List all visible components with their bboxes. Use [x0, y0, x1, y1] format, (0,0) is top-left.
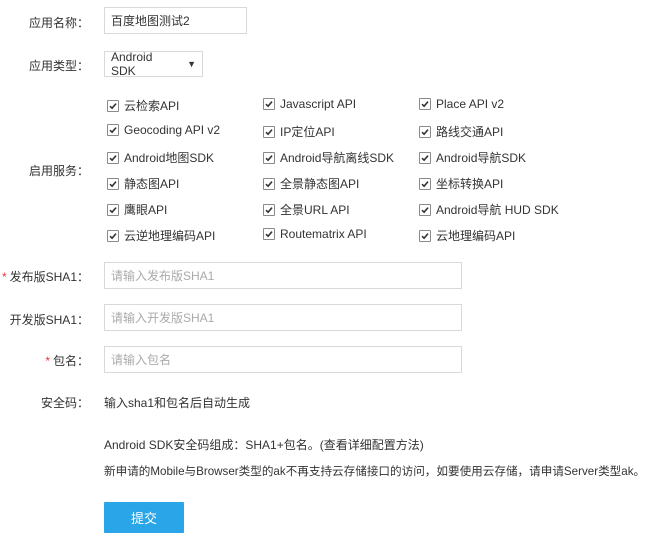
sdk-note: Android SDK安全码组成：SHA1+包名。(查看详细配置方法): [104, 438, 424, 452]
service-option[interactable]: 全景URL API: [263, 201, 350, 218]
service-option[interactable]: 全景静态图API: [263, 175, 359, 192]
package-label-text: 包名：: [52, 354, 89, 368]
storage-note: 新申请的Mobile与Browser类型的ak不再支持云存储接口的访问，如要使用…: [104, 465, 646, 478]
service-option-label: Place API v2: [436, 97, 505, 111]
chevron-down-icon: ▼: [187, 59, 196, 69]
checkbox-checked-icon[interactable]: [419, 125, 431, 138]
service-option-label: 鹰眼API: [124, 203, 168, 217]
service-option[interactable]: Place API v2: [419, 97, 504, 111]
service-option-label: 云地理编码API: [436, 229, 516, 243]
dev-sha1-input[interactable]: [104, 304, 462, 331]
release-sha1-input[interactable]: [104, 262, 462, 289]
app-type-label: 应用类型：: [28, 59, 89, 73]
service-option[interactable]: Javascript API: [263, 97, 356, 111]
checkbox-checked-icon[interactable]: [263, 151, 275, 164]
app-name-label: 应用名称：: [28, 16, 89, 30]
checkbox-checked-icon[interactable]: [107, 124, 119, 136]
service-option-label: 坐标转换API: [436, 177, 504, 191]
package-label: * 包名：: [45, 352, 89, 369]
submit-button[interactable]: 提交: [104, 502, 184, 533]
service-option-label: 全景URL API: [280, 203, 350, 217]
service-option-label: Javascript API: [280, 97, 357, 111]
app-type-selected-value: Android SDK: [111, 50, 153, 78]
service-option-label: Android导航离线SDK: [280, 151, 395, 165]
services-label: 启用服务：: [28, 164, 89, 178]
service-option[interactable]: Android导航 HUD SDK: [419, 201, 559, 218]
service-option-label: Routematrix API: [280, 227, 367, 241]
security-code-label: 安全码：: [40, 396, 89, 410]
service-option[interactable]: 路线交通API: [419, 123, 503, 140]
required-mark: *: [45, 354, 50, 368]
release-sha1-label-text: 发布版SHA1：: [9, 270, 89, 284]
service-option[interactable]: 云逆地理编码API: [107, 227, 215, 244]
service-option[interactable]: Android导航离线SDK: [263, 149, 394, 166]
service-option-label: 路线交通API: [436, 125, 504, 139]
checkbox-checked-icon[interactable]: [419, 98, 431, 110]
service-option[interactable]: IP定位API: [263, 123, 335, 140]
checkbox-checked-icon[interactable]: [107, 151, 119, 164]
service-option-label: 全景静态图API: [280, 177, 360, 191]
service-option-label: Android导航 HUD SDK: [436, 203, 559, 217]
service-option[interactable]: Routematrix API: [263, 227, 367, 241]
package-input[interactable]: [104, 346, 462, 373]
checkbox-checked-icon[interactable]: [419, 203, 431, 216]
required-mark: *: [1, 270, 7, 284]
service-option[interactable]: 云检索API: [107, 97, 179, 114]
app-name-input[interactable]: [104, 7, 247, 34]
service-option-label: IP定位API: [280, 125, 335, 139]
service-option[interactable]: Geocoding API v2: [107, 123, 220, 137]
service-option-label: 云检索API: [124, 99, 180, 113]
checkbox-checked-icon[interactable]: [419, 151, 431, 164]
checkbox-checked-icon[interactable]: [107, 229, 119, 242]
service-option[interactable]: 云地理编码API: [419, 227, 515, 244]
checkbox-checked-icon[interactable]: [263, 228, 275, 240]
checkbox-checked-icon[interactable]: [107, 99, 119, 112]
service-option-label: Android导航SDK: [436, 151, 527, 165]
checkbox-checked-icon[interactable]: [107, 177, 119, 190]
security-code-value: 输入sha1和包名后自动生成: [104, 396, 251, 410]
service-option-label: 云逆地理编码API: [124, 229, 216, 243]
checkbox-checked-icon[interactable]: [263, 177, 275, 190]
service-option-label: Android地图SDK: [124, 151, 215, 165]
app-type-select[interactable]: Android SDK ▼: [104, 50, 203, 78]
dev-sha1-label: 开发版SHA1：: [9, 313, 89, 327]
checkbox-checked-icon[interactable]: [263, 203, 275, 216]
service-option[interactable]: 静态图API: [107, 175, 179, 192]
checkbox-checked-icon[interactable]: [419, 229, 431, 242]
service-option[interactable]: Android地图SDK: [107, 149, 214, 166]
checkbox-checked-icon[interactable]: [107, 203, 119, 216]
service-option-label: 静态图API: [124, 177, 180, 191]
release-sha1-label: * 发布版SHA1：: [2, 268, 89, 285]
service-option[interactable]: Android导航SDK: [419, 149, 526, 166]
service-option-label: Geocoding API v2: [124, 123, 221, 137]
checkbox-checked-icon[interactable]: [263, 125, 275, 138]
service-option[interactable]: 坐标转换API: [419, 175, 503, 192]
service-option[interactable]: 鹰眼API: [107, 201, 167, 218]
checkbox-checked-icon[interactable]: [263, 98, 275, 110]
checkbox-checked-icon[interactable]: [419, 177, 431, 190]
